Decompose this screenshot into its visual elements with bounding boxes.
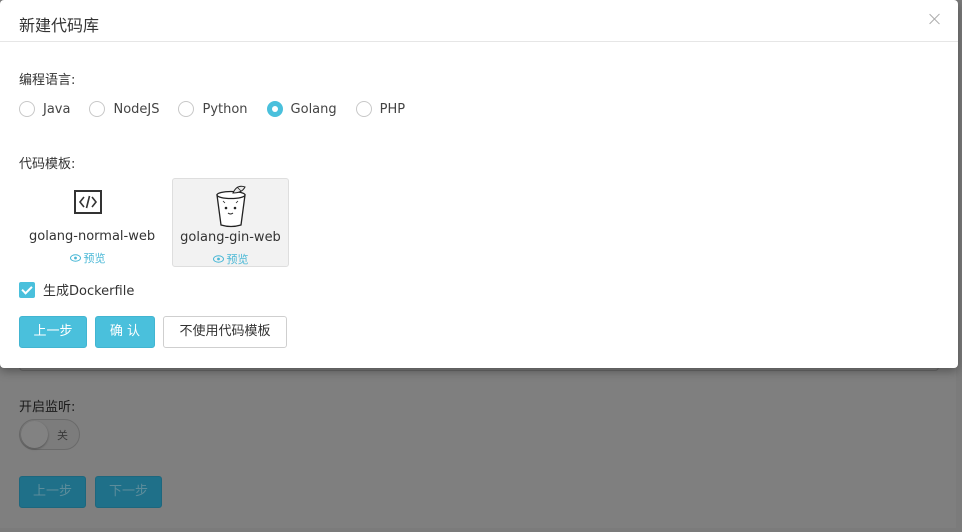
radio-label: NodeJS — [113, 101, 160, 117]
toggle-off-text: 关 — [57, 429, 68, 442]
template-card-golang-normal-web[interactable]: golang-normal-web 预览 — [29, 178, 156, 267]
radio-php[interactable]: PHP — [355, 101, 406, 117]
radio-circle[interactable] — [89, 101, 106, 117]
modal-header: 新建代码库 — [0, 0, 958, 42]
template-preview-link[interactable]: 预览 — [29, 250, 146, 266]
toggle-knob — [21, 421, 48, 448]
language-label: 编程语言: — [19, 73, 76, 88]
template-card-golang-gin-web[interactable]: golang-gin-web 预览 — [172, 178, 289, 267]
radio-circle[interactable] — [355, 101, 372, 117]
language-radio-group: Java NodeJS Python Golang PHP — [19, 101, 424, 117]
radio-circle-checked[interactable] — [266, 101, 283, 117]
no-template-button[interactable]: 不使用代码模板 — [163, 316, 287, 348]
background-prev-button: 上一步 — [19, 476, 87, 508]
background-next-button: 下一步 — [95, 476, 163, 508]
close-icon[interactable] — [926, 10, 944, 28]
preview-label: 预览 — [226, 253, 249, 266]
new-repository-modal: 新建代码库 编程语言: Java NodeJS Python Golang PH… — [0, 0, 958, 368]
radio-label: PHP — [379, 101, 406, 117]
prev-step-button[interactable]: 上一步 — [19, 316, 87, 348]
preview-label: 预览 — [83, 252, 106, 265]
modal-title: 新建代码库 — [19, 16, 100, 35]
radio-python[interactable]: Python — [178, 101, 248, 117]
dockerfile-checkbox-label: 生成Dockerfile — [43, 284, 135, 299]
gin-logo-icon — [211, 181, 251, 233]
template-name: golang-normal-web — [29, 229, 156, 244]
eye-icon — [69, 252, 81, 265]
template-name: golang-gin-web — [180, 230, 281, 245]
radio-golang[interactable]: Golang — [266, 101, 337, 117]
listen-label: 开启监听: — [19, 400, 76, 415]
radio-nodejs[interactable]: NodeJS — [89, 101, 159, 117]
radio-label: Java — [43, 101, 71, 117]
code-icon — [73, 189, 103, 219]
dockerfile-checkbox[interactable]: 生成Dockerfile — [19, 280, 134, 299]
radio-label: Python — [202, 101, 248, 117]
template-preview-link[interactable]: 预览 — [173, 251, 288, 267]
eye-icon — [212, 253, 224, 266]
radio-circle[interactable] — [19, 101, 35, 117]
radio-circle[interactable] — [178, 101, 195, 117]
listen-toggle: 关 — [19, 419, 80, 450]
radio-java[interactable]: Java — [19, 101, 70, 117]
template-label: 代码模板: — [19, 157, 76, 172]
confirm-button[interactable]: 确 认 — [95, 316, 155, 348]
checkbox-checked-icon[interactable] — [19, 281, 35, 298]
radio-label: Golang — [290, 101, 337, 117]
